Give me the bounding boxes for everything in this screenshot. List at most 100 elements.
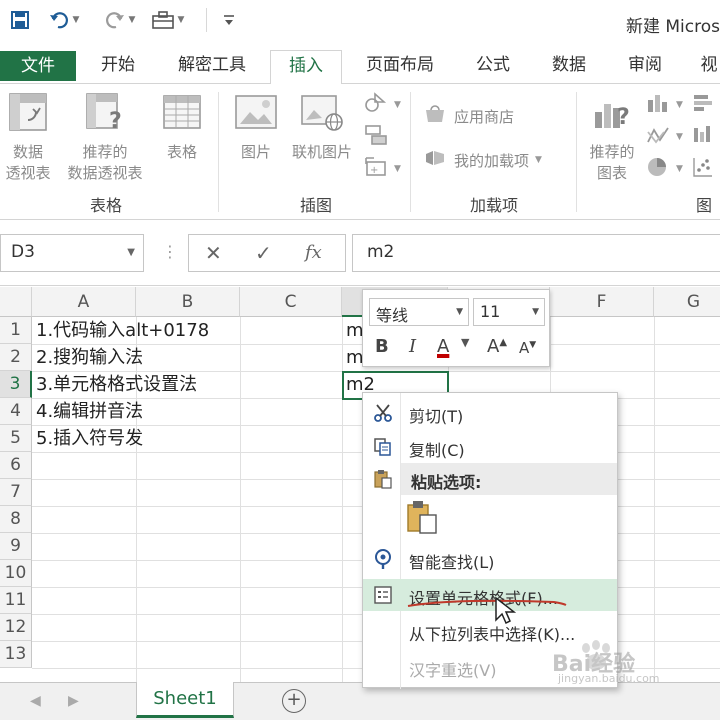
row-header[interactable]: 6 (0, 452, 32, 479)
menu-item-cut[interactable]: 剪切(T) (363, 397, 617, 429)
cell-a5[interactable]: 5.插入符号发 (36, 425, 143, 452)
select-all-corner[interactable] (0, 287, 32, 317)
tab-data[interactable]: 数据 (542, 50, 596, 84)
undo-dropdown-icon[interactable]: ▼ (73, 15, 80, 25)
column-chart-button[interactable]: ▼ (646, 92, 683, 118)
tab-view[interactable]: 视 (694, 50, 720, 84)
waterfall-chart-button[interactable] (692, 124, 714, 150)
row-header[interactable]: 7 (0, 479, 32, 506)
shapes-button[interactable]: ▼ (364, 92, 401, 118)
row-header[interactable]: 8 (0, 506, 32, 533)
pie-chart-button[interactable]: ▼ (646, 156, 683, 182)
cell-a3[interactable]: 3.单元格格式设置法 (36, 371, 197, 398)
my-addins-button[interactable]: 我的加载项 ▼ (424, 148, 542, 172)
cell-a2[interactable]: 2.搜狗输入法 (36, 344, 143, 371)
smart-lookup-label: 智能查找(L) (409, 553, 495, 572)
col-header-g[interactable]: G (654, 287, 720, 317)
font-size-box[interactable]: 11 ▼ (473, 298, 545, 326)
recommended-pivot-button[interactable]: ? 推荐的 数据透视表 (60, 92, 150, 184)
font-name-box[interactable]: 等线 ▼ (369, 298, 469, 326)
redo-dropdown-icon[interactable]: ▼ (129, 15, 136, 25)
formula-bar-grip-icon[interactable]: ⋮ (162, 242, 178, 261)
tab-file[interactable]: 文件 (0, 51, 76, 81)
add-sheet-icon[interactable]: + (282, 689, 306, 713)
shapes-icon (364, 92, 388, 118)
cell-a1[interactable]: 1.代码输入alt+0178 (36, 317, 209, 344)
customize-qat-icon[interactable] (218, 6, 240, 34)
formula-input[interactable]: m2 (352, 234, 720, 272)
name-box[interactable]: D3 ▼ (0, 234, 144, 272)
svg-text:?: ? (617, 105, 630, 130)
row-header[interactable]: 5 (0, 425, 32, 452)
sheet-prev-icon[interactable]: ◀ (30, 693, 41, 709)
font-size-dropdown-icon[interactable]: ▼ (532, 307, 539, 317)
menu-item-smart-lookup[interactable]: 智能查找(L) (363, 543, 617, 575)
cell-a4[interactable]: 4.编辑拼音法 (36, 398, 143, 425)
form-dropdown-icon[interactable]: ▼ (178, 15, 185, 25)
col-header-a[interactable]: A (32, 287, 136, 317)
tab-insert[interactable]: 插入 (270, 50, 342, 85)
undo-icon[interactable]: ▼ (44, 6, 84, 34)
sheet-next-icon[interactable]: ▶ (68, 693, 79, 709)
name-box-value: D3 (11, 242, 35, 262)
group-label-charts: 图 (696, 196, 713, 215)
insert-function-icon[interactable]: fx (305, 242, 322, 263)
name-box-dropdown-icon[interactable]: ▼ (127, 247, 135, 258)
window-title: 新建 Micros (625, 17, 720, 37)
row-header[interactable]: 9 (0, 533, 32, 560)
smartart-icon (364, 124, 388, 150)
scatter-chart-button[interactable] (692, 156, 714, 182)
recommended-charts-button[interactable]: ? 推荐的 图表 (582, 92, 642, 184)
tab-decrypt-tools[interactable]: 解密工具 (166, 50, 258, 84)
row-header[interactable]: 12 (0, 614, 32, 641)
row-header[interactable]: 11 (0, 587, 32, 614)
tab-formulas[interactable]: 公式 (466, 50, 520, 84)
bar-chart-button[interactable] (692, 92, 714, 118)
table-label: 表格 (166, 143, 197, 161)
store-button[interactable]: 应用商店 (424, 104, 514, 128)
enter-icon[interactable]: ✓ (255, 241, 272, 265)
hierarchy-chart-button[interactable]: ▼ (646, 124, 683, 150)
picture-button[interactable]: 图片 (228, 92, 284, 163)
table-button[interactable]: 表格 (158, 92, 206, 163)
bold-button[interactable]: B (375, 336, 389, 357)
col-header-c[interactable]: C (240, 287, 342, 317)
picture-icon (228, 92, 284, 138)
col-header-f[interactable]: F (550, 287, 654, 317)
paste-icon (371, 468, 395, 490)
paste-option-icon[interactable] (405, 499, 439, 535)
row-header[interactable]: 3 (0, 371, 32, 398)
scissors-icon (371, 402, 395, 424)
menu-item-copy[interactable]: 复制(C) (363, 431, 617, 463)
grow-font-button[interactable]: A▲ (487, 336, 507, 357)
tab-home[interactable]: 开始 (90, 50, 146, 84)
shapes-dropdown-icon: ▼ (394, 100, 401, 110)
mini-toolbar: 等线 ▼ 11 ▼ B I A ▼ A▲ A▼ (362, 289, 550, 367)
row-header[interactable]: 13 (0, 641, 32, 668)
font-color-button[interactable]: A (437, 336, 449, 357)
smartart-button[interactable] (364, 124, 388, 150)
ribbon: 数据 透视表 ? 推荐的 数据透视表 表格 表格 图片 联机图片 ▼ + ▼ 插图 (0, 84, 720, 220)
tab-page-layout[interactable]: 页面布局 (354, 50, 446, 84)
screenshot-button[interactable]: + ▼ (364, 156, 401, 182)
italic-button[interactable]: I (409, 336, 416, 357)
save-icon[interactable] (6, 6, 34, 34)
shrink-font-button[interactable]: A▼ (519, 339, 536, 357)
cancel-icon[interactable]: ✕ (205, 241, 222, 265)
pivot-table-label: 数据 透视表 (5, 143, 51, 182)
row-header[interactable]: 10 (0, 560, 32, 587)
font-name-value: 等线 (376, 306, 409, 325)
redo-icon[interactable]: ▼ (100, 6, 140, 34)
font-color-dropdown-icon[interactable]: ▼ (461, 336, 469, 349)
row-header[interactable]: 2 (0, 344, 32, 371)
tab-review[interactable]: 审阅 (618, 50, 672, 84)
group-label-tables: 表格 (89, 196, 122, 215)
form-icon[interactable]: ▼ (146, 6, 190, 34)
sheet-tab-sheet1[interactable]: Sheet1 (136, 682, 234, 718)
font-name-dropdown-icon[interactable]: ▼ (456, 307, 463, 317)
pivot-table-button[interactable]: 数据 透视表 (0, 92, 56, 184)
row-header[interactable]: 1 (0, 317, 32, 344)
row-header[interactable]: 4 (0, 398, 32, 425)
online-picture-button[interactable]: 联机图片 (284, 92, 360, 163)
col-header-b[interactable]: B (136, 287, 240, 317)
